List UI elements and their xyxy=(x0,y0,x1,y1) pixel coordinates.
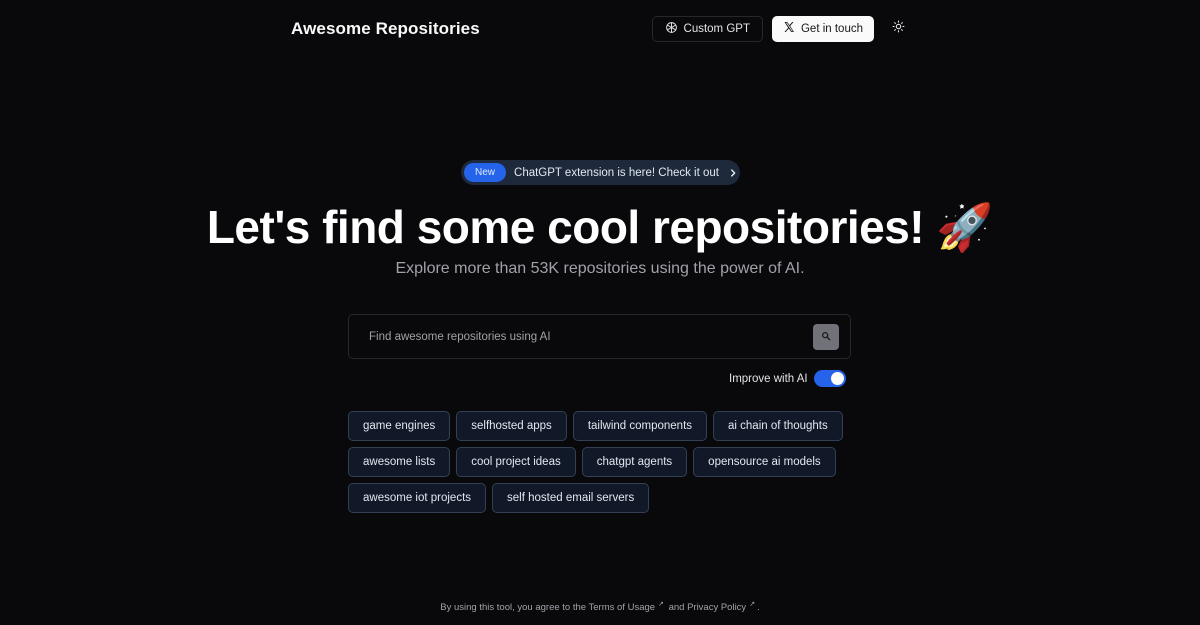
improve-with-ai-label: Improve with AI xyxy=(729,372,808,385)
suggestion-chip[interactable]: game engines xyxy=(348,411,451,441)
footer: By using this tool, you agree to the Ter… xyxy=(0,600,1200,613)
search-icon xyxy=(821,329,831,344)
custom-gpt-label: Custom GPT xyxy=(683,22,750,35)
suggestion-chip[interactable]: chatgpt agents xyxy=(581,447,688,477)
suggestion-chip[interactable]: awesome iot projects xyxy=(348,483,487,513)
brand-title[interactable]: Awesome Repositories xyxy=(291,19,480,39)
sun-icon xyxy=(892,20,905,38)
suggestion-chips: game engines selfhosted apps tailwind co… xyxy=(348,411,852,513)
improve-with-ai-toggle[interactable] xyxy=(813,370,846,387)
announcement-message: ChatGPT extension is here! Check it out xyxy=(514,166,719,179)
suggestion-chip[interactable]: self hosted email servers xyxy=(492,483,650,513)
terms-label: Terms of Usage xyxy=(588,602,656,614)
search-button[interactable] xyxy=(813,323,839,350)
header-actions: Custom GPT Get in touch xyxy=(651,15,911,42)
page: Awesome Repositories Custom GPT Get in t… xyxy=(0,0,1200,625)
search-input[interactable] xyxy=(349,315,813,358)
hero-title: Let's find some cool repositories! 🚀 xyxy=(206,201,994,253)
theme-toggle-button[interactable] xyxy=(885,16,911,42)
get-in-touch-label: Get in touch xyxy=(800,22,863,35)
new-badge: New xyxy=(464,163,507,182)
search-box xyxy=(348,314,851,359)
suggestion-chip[interactable]: tailwind components xyxy=(572,411,708,441)
header: Awesome Repositories Custom GPT Get in t… xyxy=(291,15,911,42)
privacy-label: Privacy Policy xyxy=(687,602,747,614)
custom-gpt-button[interactable]: Custom GPT xyxy=(651,15,763,42)
footer-and: and xyxy=(668,602,685,614)
suggestion-chip[interactable]: ai chain of thoughts xyxy=(713,411,843,441)
hero-subtitle: Explore more than 53K repositories using… xyxy=(395,260,805,277)
get-in-touch-button[interactable]: Get in touch xyxy=(771,15,874,42)
announcement-banner[interactable]: New ChatGPT extension is here! Check it … xyxy=(461,160,740,185)
suggestion-chip[interactable]: opensource ai models xyxy=(693,447,836,477)
external-link-icon: ↗ xyxy=(749,601,756,608)
suggestion-chip[interactable]: awesome lists xyxy=(348,447,451,477)
chevron-right-icon xyxy=(728,168,738,178)
x-logo-icon xyxy=(783,21,795,36)
footer-suffix: . xyxy=(757,602,760,614)
toggle-knob xyxy=(830,372,844,385)
improve-with-ai-row: Improve with AI xyxy=(729,370,846,387)
footer-prefix: By using this tool, you agree to the xyxy=(440,602,587,614)
suggestion-chip[interactable]: selfhosted apps xyxy=(456,411,567,441)
openai-icon xyxy=(665,21,678,37)
privacy-policy-link[interactable]: Privacy Policy ↗ xyxy=(687,601,757,614)
terms-of-usage-link[interactable]: Terms of Usage ↗ xyxy=(588,601,666,614)
suggestion-chip[interactable]: cool project ideas xyxy=(456,447,576,477)
external-link-icon: ↗ xyxy=(658,601,664,608)
